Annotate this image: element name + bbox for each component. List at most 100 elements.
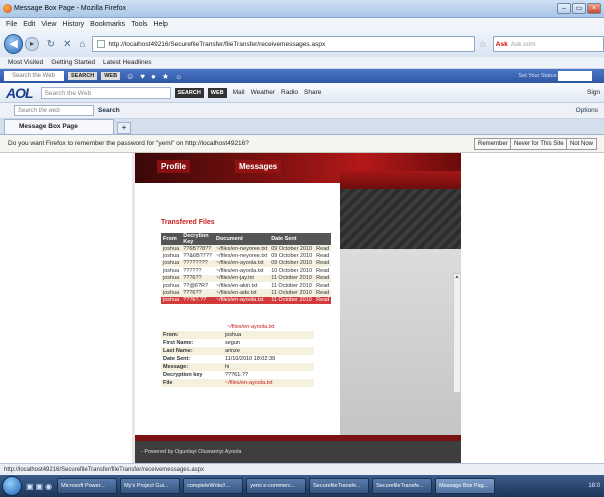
window-title: Message Box Page - Mozilla Firefox [14, 5, 127, 12]
secondary-search-button[interactable]: Search [98, 107, 120, 114]
aol-sign-in[interactable]: Sign [587, 89, 600, 96]
aol-web-button[interactable]: WEB [207, 87, 227, 98]
toolbar-search-input[interactable]: Search the Web [4, 71, 64, 81]
toolbar-web-button[interactable]: WEB [101, 72, 121, 80]
task-message-box[interactable]: Message Box Pag... [435, 478, 496, 494]
content-scrollbar[interactable]: ▲ [453, 273, 461, 393]
sun-icon[interactable]: ☼ [175, 72, 182, 81]
read-link[interactable]: Read [314, 245, 332, 253]
home-icon[interactable]: ⌂ [80, 39, 86, 50]
cell-from: joshua [161, 296, 182, 305]
site-container: Profile Messages ▲ Transfered Files From… [135, 153, 461, 463]
aol-weather-button[interactable]: Weather [251, 89, 275, 96]
smiley-icon[interactable]: ☺ [126, 72, 134, 81]
forward-button[interactable]: ▸ [25, 37, 39, 51]
back-button[interactable]: ◀ [4, 34, 24, 54]
cell-key: ??@6?R? [181, 281, 214, 290]
bookmark-star-icon[interactable]: ☆ [479, 39, 487, 50]
read-link[interactable]: Read [314, 259, 332, 268]
detail-value: 11/10/2010 18:02:39 [223, 355, 314, 363]
detail-file-link[interactable]: ~/files/en-ayoola.txt [223, 379, 314, 387]
aol-mail-button[interactable]: Mail [233, 89, 245, 96]
section-title: Transfered Files [161, 219, 215, 226]
menu-view[interactable]: View [41, 21, 56, 28]
status-input[interactable] [558, 71, 592, 81]
read-link[interactable]: Read [314, 296, 332, 305]
cell-key: ?????? [181, 267, 214, 275]
bookmark-most-visited[interactable]: Most Visited [8, 59, 43, 66]
quick-launch-icons[interactable]: ▣▣◉ [26, 482, 54, 491]
task-powerpoint[interactable]: Microsoft Power... [57, 478, 118, 494]
table-row: joshua ???6?? ~/files/en-ade.txt 11 Octo… [161, 289, 332, 297]
title-bar: Message Box Page - Mozilla Firefox – ▭ × [0, 0, 604, 18]
task-securefile-2[interactable]: SecurefileTransfe... [372, 478, 433, 494]
aol-logo[interactable]: AOL [6, 85, 34, 101]
dot-icon[interactable]: ● [151, 72, 156, 81]
bookmark-getting-started[interactable]: Getting Started [51, 59, 95, 66]
remember-button[interactable]: Remember [474, 138, 512, 150]
close-button[interactable]: × [587, 3, 601, 14]
menu-bookmarks[interactable]: Bookmarks [90, 21, 125, 28]
transferred-files-table: From Decrytion Key Document Date Sent jo… [161, 233, 332, 305]
heart-icon[interactable]: ♥ [140, 72, 145, 81]
toolbar-search-button[interactable]: SEARCH [68, 72, 98, 80]
read-link[interactable]: Read [314, 289, 332, 297]
menu-help[interactable]: Help [154, 21, 168, 28]
cell-document: ~/files/en-ayoola.txt [213, 259, 270, 268]
read-link[interactable]: Read [314, 274, 332, 282]
maximize-button[interactable]: ▭ [572, 3, 586, 14]
not-now-button[interactable]: Not Now [566, 138, 598, 150]
firefox-icon [3, 4, 12, 13]
tab-message-box-page[interactable]: Message Box Page [4, 119, 114, 134]
bookmark-latest-headlines[interactable]: Latest Headlines [103, 59, 151, 66]
stop-icon[interactable]: ✕ [63, 39, 71, 50]
secondary-search-input[interactable]: Search the web [14, 105, 94, 116]
scroll-up-icon[interactable]: ▲ [454, 274, 460, 280]
url-text: http://localhost49216/SecurefileTransfer… [108, 40, 326, 48]
menu-edit[interactable]: Edit [23, 21, 35, 28]
read-link[interactable]: Read [314, 267, 332, 275]
page-content: Profile Messages ▲ Transfered Files From… [0, 153, 604, 463]
url-field[interactable]: http://localhost49216/SecurefileTransfer… [91, 36, 475, 52]
detail-row: Date Sent: 11/10/2010 18:02:39 [161, 355, 314, 363]
new-tab-button[interactable]: + [117, 122, 131, 134]
col-from: From [161, 233, 182, 245]
start-button[interactable] [2, 476, 22, 496]
read-link[interactable]: Read [314, 252, 332, 260]
secondary-search-toolbar: Search the web Search Options [0, 103, 604, 119]
aol-search-button[interactable]: SEARCH [174, 87, 204, 98]
detail-label: Decryption key [161, 371, 223, 379]
cell-key: ??6B??8?? [181, 245, 214, 253]
options-button[interactable]: Options [576, 107, 598, 114]
menu-file[interactable]: File [6, 21, 17, 28]
table-row-selected: joshua ???6?.?? ~/files/en-ayoola.txt 11… [161, 296, 332, 305]
cell-key: ???6?? [181, 289, 214, 297]
detail-label: First Name: [161, 339, 223, 347]
cell-from: joshua [161, 259, 182, 268]
menu-tools[interactable]: Tools [131, 21, 147, 28]
task-complete-write[interactable]: completeWrite//... [183, 478, 244, 494]
aol-search-input[interactable]: Search the Web [40, 86, 171, 99]
never-for-this-site-button[interactable]: Never for This Site [510, 138, 568, 150]
star-icon[interactable]: ★ [162, 72, 169, 81]
aol-radio-button[interactable]: Radio [281, 89, 298, 96]
detail-row: First Name: segun [161, 339, 314, 347]
detail-row: Last Name: arinze [161, 347, 314, 355]
nav-messages[interactable]: Messages [235, 160, 282, 173]
menu-history[interactable]: History [62, 21, 84, 28]
detail-label: File [161, 379, 223, 387]
search-input[interactable]: Ask Ask.com [492, 36, 604, 52]
reload-icon[interactable]: ↻ [47, 39, 55, 50]
task-project-guide[interactable]: My's Project Gui... [120, 478, 181, 494]
cell-date: 10 October 2010 [269, 267, 315, 275]
nav-profile[interactable]: Profile [157, 160, 190, 173]
aol-share-button[interactable]: Share [304, 89, 321, 96]
read-link[interactable]: Read [314, 281, 332, 290]
detail-row: Message: hi [161, 363, 314, 371]
status-url: http://localhost49216/SecurefileTransfer… [4, 466, 204, 473]
selected-file-link[interactable]: ~/files/en-ayoola.txt [227, 324, 275, 330]
minimize-button[interactable]: – [557, 3, 571, 14]
task-securefile-1[interactable]: SecurefileTransfe... [309, 478, 370, 494]
task-yemi-ecommerce[interactable]: yemi e-commerc... [246, 478, 307, 494]
detail-label: Message: [161, 363, 223, 371]
